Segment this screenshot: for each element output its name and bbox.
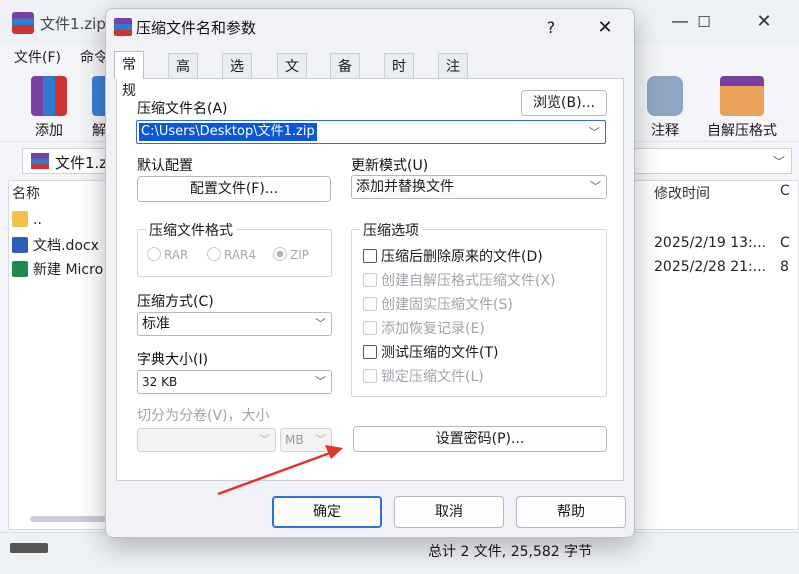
screen: 文件1.zip — ☐ ✕ 文件(F) 命令 添加 解 注释 自解压格式 文件1… [0, 0, 799, 574]
arrow-head [325, 445, 343, 459]
arrow-shaft [217, 451, 331, 496]
tab-general[interactable]: 常规 [114, 51, 144, 99]
annotation-arrow [217, 445, 343, 496]
